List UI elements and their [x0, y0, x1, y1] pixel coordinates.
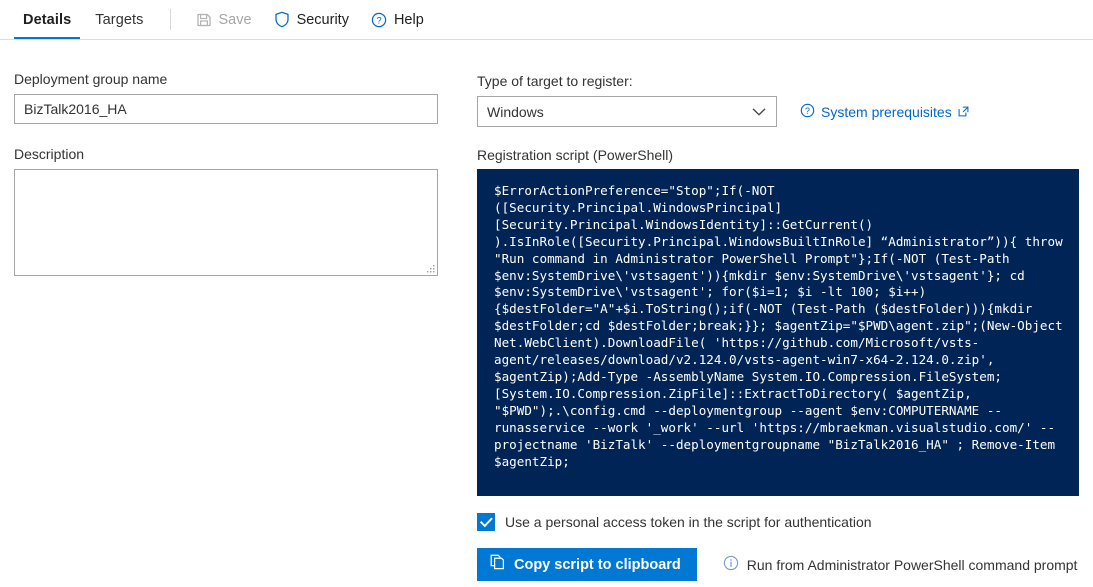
deployment-group-name-label: Deployment group name: [14, 71, 168, 87]
description-wrapper: [14, 169, 438, 276]
toolbar-divider: [169, 9, 171, 30]
pat-checkbox-label[interactable]: Use a personal access token in the scrip…: [505, 514, 872, 530]
target-type-value: Windows: [487, 103, 544, 120]
security-button[interactable]: Security: [263, 0, 360, 39]
target-type-label: Type of target to register:: [477, 73, 633, 89]
save-button[interactable]: Save: [185, 0, 263, 39]
system-prerequisites-label: System prerequisites: [821, 103, 952, 120]
help-circle-question-icon: ?: [371, 12, 387, 28]
registration-script-code[interactable]: $ErrorActionPreference="Stop";If(-NOT ([…: [477, 169, 1079, 496]
run-as-admin-hint: Run from Administrator PowerShell comman…: [723, 555, 1078, 574]
system-prerequisites-link[interactable]: ? System prerequisites: [800, 103, 969, 121]
copy-script-button[interactable]: Copy script to clipboard: [477, 548, 697, 581]
svg-text:?: ?: [805, 105, 810, 115]
action-row: Copy script to clipboard Run from Admini…: [477, 548, 1079, 581]
run-as-admin-text: Run from Administrator PowerShell comman…: [746, 556, 1078, 573]
help-label: Help: [393, 11, 424, 28]
description-textarea[interactable]: [14, 169, 438, 276]
description-label: Description: [14, 146, 85, 162]
shield-icon: [274, 11, 290, 28]
save-floppy-icon: [196, 12, 212, 28]
target-type-row: Windows ? System prerequisites: [477, 96, 1079, 127]
deployment-group-name-input[interactable]: [14, 94, 438, 124]
security-label: Security: [296, 11, 349, 28]
copy-script-label: Copy script to clipboard: [514, 556, 681, 573]
chevron-down-icon: [752, 107, 766, 116]
save-label: Save: [218, 11, 252, 28]
pat-checkbox[interactable]: [477, 513, 495, 531]
pat-checkbox-row: Use a personal access token in the scrip…: [477, 513, 1079, 531]
external-link-icon: [958, 104, 969, 120]
target-type-select[interactable]: Windows: [477, 96, 777, 127]
help-button[interactable]: ? Help: [360, 0, 435, 39]
svg-text:?: ?: [376, 15, 381, 26]
right-column: Type of target to register: Windows ? Sy…: [477, 72, 1079, 581]
toolbar: Details Targets Save Security ? Help: [0, 0, 1093, 40]
registration-script-label: Registration script (PowerShell): [477, 147, 674, 163]
copy-icon: [490, 554, 506, 575]
tab-targets-label: Targets: [95, 11, 144, 28]
info-circle-icon: [723, 555, 739, 574]
field-spacer: [14, 124, 438, 145]
tab-details-label: Details: [23, 11, 72, 28]
tab-details[interactable]: Details: [11, 0, 83, 39]
tab-targets[interactable]: Targets: [83, 0, 155, 39]
left-column: Deployment group name Description: [14, 70, 438, 276]
help-circle-question-icon: ?: [800, 103, 815, 121]
